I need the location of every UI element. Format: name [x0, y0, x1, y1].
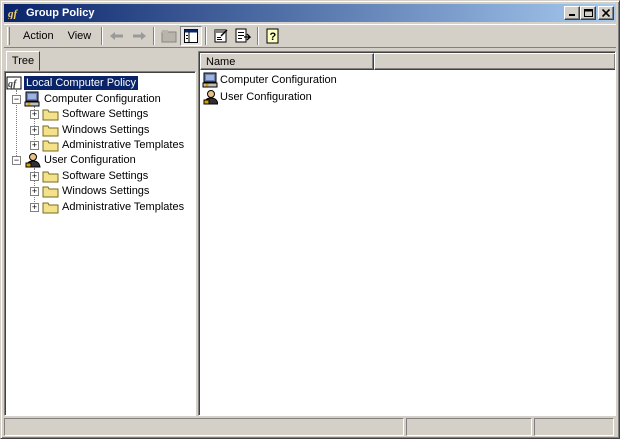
close-icon	[602, 9, 610, 17]
tree-item-label: Windows Settings	[62, 124, 150, 136]
user-icon	[203, 89, 218, 104]
list-item-label: User Configuration	[220, 90, 312, 103]
tree-item-software-settings[interactable]: Software Settings	[42, 168, 150, 184]
toolbar: Action View ?	[4, 24, 616, 48]
computer-icon	[24, 91, 40, 107]
tree-item-software-settings[interactable]: Software Settings	[42, 106, 150, 122]
export-list-icon	[235, 28, 252, 43]
toolbar-separator	[257, 27, 260, 45]
show-tree-button[interactable]	[180, 26, 203, 46]
forward-arrow-icon	[133, 32, 147, 40]
back-arrow-icon	[110, 32, 124, 40]
title-bar[interactable]: gf Group Policy	[4, 4, 616, 22]
computer-icon	[202, 72, 218, 87]
help-button[interactable]: ?	[262, 26, 284, 46]
collapse-toggle[interactable]: −	[12, 95, 21, 104]
list-item[interactable]: Computer Configuration	[202, 71, 337, 88]
list-item[interactable]: User Configuration	[202, 88, 312, 105]
folder-icon	[42, 171, 59, 183]
expand-toggle[interactable]: +	[30, 126, 39, 135]
column-header-name[interactable]: Name	[200, 53, 374, 70]
folder-icon	[42, 202, 59, 214]
tree-item-label: Software Settings	[62, 170, 149, 182]
up-folder-icon	[161, 30, 177, 43]
status-panel	[534, 418, 614, 436]
list-item-label: Computer Configuration	[220, 73, 337, 86]
tree-item-label: Administrative Templates	[62, 139, 185, 151]
back-button[interactable]	[106, 26, 128, 46]
help-icon: ?	[266, 28, 279, 44]
policy-icon: gf	[7, 6, 23, 20]
folder-icon	[42, 109, 59, 121]
forward-button[interactable]	[128, 26, 150, 46]
close-button[interactable]	[598, 6, 614, 20]
folder-icon	[42, 186, 59, 198]
toolbar-separator	[205, 27, 208, 45]
svg-text:?: ?	[270, 31, 277, 43]
tree-item-label: Windows Settings	[62, 185, 150, 197]
tree-tab-row: Tree	[4, 49, 194, 71]
list-header: Name	[200, 53, 615, 70]
tree-item-label: Computer Configuration	[44, 93, 161, 105]
group-policy-window: gf Group Policy Action View ? Tree gf Lo…	[0, 0, 620, 439]
tree-item-label: Administrative Templates	[62, 201, 185, 213]
expand-toggle[interactable]: +	[30, 141, 39, 150]
folder-icon	[42, 140, 59, 152]
maximize-icon	[583, 8, 593, 17]
up-folder-button[interactable]	[158, 26, 180, 46]
user-icon	[25, 153, 41, 168]
policy-icon: gf	[6, 76, 22, 90]
tree-item-windows-settings[interactable]: Windows Settings	[42, 183, 151, 199]
collapse-toggle[interactable]: −	[12, 156, 21, 165]
toolbar-grip[interactable]	[7, 27, 10, 45]
expand-toggle[interactable]: +	[30, 203, 39, 212]
tree-item-root[interactable]: gf Local Computer Policy	[6, 75, 140, 91]
status-bar	[4, 418, 616, 436]
tree-item-administrative-templates[interactable]: Administrative Templates	[42, 137, 186, 153]
list-pane[interactable]: Name Computer Configuration User Configu…	[198, 51, 616, 416]
properties-button[interactable]	[210, 26, 232, 46]
expand-toggle[interactable]: +	[30, 172, 39, 181]
minimize-icon	[569, 14, 575, 16]
expand-toggle[interactable]: +	[30, 187, 39, 196]
tree-item-computer-configuration[interactable]: Computer Configuration	[24, 91, 163, 107]
tree-item-label: Local Computer Policy	[22, 75, 140, 91]
tree-item-user-configuration[interactable]: User Configuration	[24, 152, 138, 168]
window-title: Group Policy	[26, 7, 95, 19]
status-panel	[4, 418, 404, 436]
show-tree-icon	[184, 29, 199, 43]
status-panel	[406, 418, 532, 436]
minimize-button[interactable]	[564, 6, 580, 20]
tree-item-windows-settings[interactable]: Windows Settings	[42, 122, 151, 138]
folder-icon	[42, 125, 59, 137]
tree-item-label: User Configuration	[44, 154, 136, 166]
expand-toggle[interactable]: +	[30, 110, 39, 119]
menu-view[interactable]: View	[61, 28, 99, 44]
column-header-blank[interactable]	[374, 53, 615, 70]
toolbar-separator	[153, 27, 156, 45]
svg-text:gf: gf	[8, 8, 19, 19]
menu-action[interactable]: Action	[16, 28, 61, 44]
tab-tree[interactable]: Tree	[6, 51, 40, 71]
tree-item-administrative-templates[interactable]: Administrative Templates	[42, 199, 186, 215]
maximize-button[interactable]	[580, 6, 596, 20]
tree-item-label: Software Settings	[62, 108, 149, 120]
properties-icon	[214, 29, 228, 43]
tree-pane[interactable]: gf Local Computer Policy − Computer Conf…	[4, 71, 196, 416]
export-list-button[interactable]	[232, 26, 254, 46]
toolbar-separator	[101, 27, 104, 45]
